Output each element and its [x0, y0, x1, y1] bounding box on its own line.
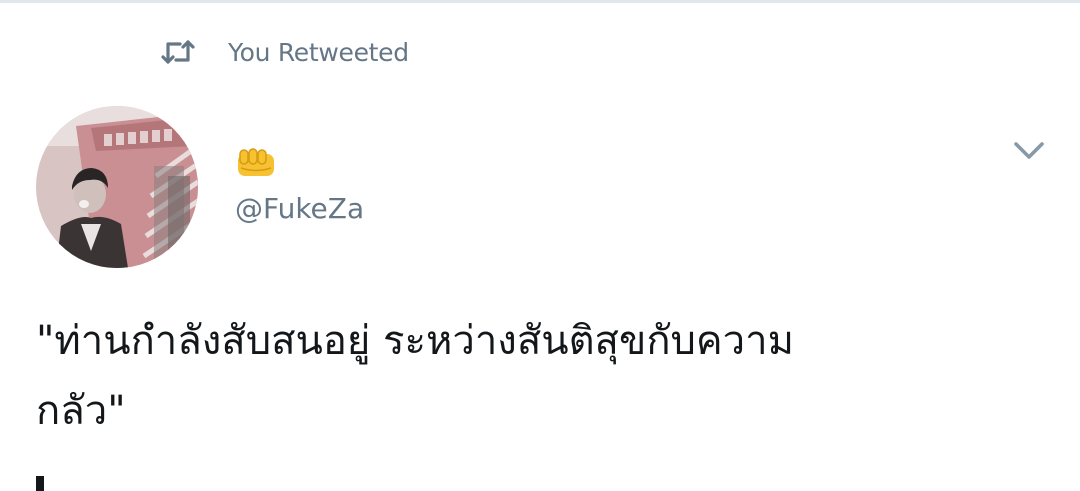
top-divider — [0, 0, 1080, 3]
retweet-context: You Retweeted — [160, 34, 409, 70]
chevron-down-icon[interactable] — [1012, 138, 1046, 164]
avatar[interactable] — [36, 106, 198, 268]
tweet-text: "ท่านกำลังสับสนอยู่ ระหว่างสันติสุขกับคว… — [36, 318, 794, 434]
avatar-photo — [36, 106, 198, 268]
next-line-fragment — [36, 476, 44, 491]
retweet-label: You Retweeted — [228, 37, 409, 67]
retweet-icon — [161, 40, 195, 64]
author-handle[interactable]: @FukeZa — [235, 192, 364, 225]
fist-emoji — [238, 148, 274, 176]
